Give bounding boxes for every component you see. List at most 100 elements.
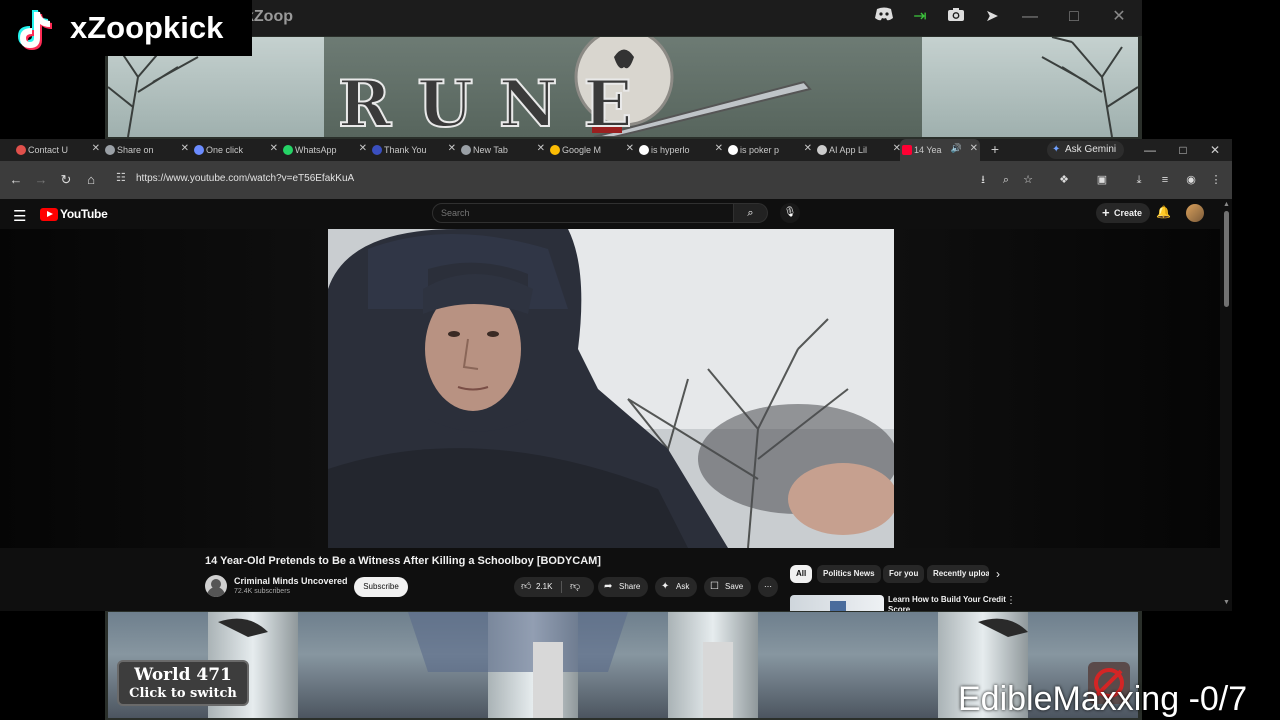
ask-button[interactable]: ✦ Ask <box>655 577 697 597</box>
video-player[interactable] <box>0 229 1220 548</box>
tab-close-icon[interactable]: ✕ <box>804 143 812 154</box>
share-icon: ➦ <box>604 581 613 592</box>
tab-close-icon[interactable]: ✕ <box>92 143 100 154</box>
tab-close-icon[interactable]: ✕ <box>715 143 723 154</box>
tab-label: Share on <box>117 145 154 155</box>
ask-gemini-button[interactable]: ✦ Ask Gemini <box>1047 141 1125 159</box>
scroll-thumb[interactable] <box>1224 211 1229 307</box>
browser-maximize-icon[interactable]: □ <box>1171 141 1195 159</box>
profile-icon[interactable]: ◉ <box>1183 172 1199 188</box>
camera-icon[interactable] <box>944 6 968 28</box>
home-icon[interactable]: ⌂ <box>83 172 99 188</box>
tab-close-icon[interactable]: ✕ <box>270 143 278 154</box>
tab-new-tab[interactable]: New Tab ✕ <box>459 139 547 161</box>
create-button[interactable]: + Create <box>1096 203 1151 223</box>
tab-close-icon[interactable]: ✕ <box>359 143 367 154</box>
tab-share[interactable]: Share on ✕ <box>103 139 191 161</box>
recommended-title[interactable]: Learn How to Build Your Credit Score <box>888 595 1006 611</box>
tab-label: One click <box>206 145 244 155</box>
search-input[interactable] <box>441 208 721 218</box>
notifications-bell-icon[interactable]: 🔔 <box>1156 205 1171 219</box>
install-app-icon[interactable]: ⭳ <box>975 172 991 188</box>
minimize-icon[interactable]: — <box>1018 6 1042 28</box>
login-icon[interactable]: ⇥ <box>908 6 932 28</box>
bookmark-icon: ☐ <box>710 581 719 592</box>
discord-icon[interactable] <box>872 6 896 28</box>
chip-recently-uploaded[interactable]: Recently uploaded <box>927 565 989 583</box>
scroll-up-icon[interactable]: ▲ <box>1223 201 1230 208</box>
bookmark-star-icon[interactable]: ☆ <box>1020 172 1036 188</box>
tab-label: WhatsApp <box>295 145 337 155</box>
tab-hyperloop[interactable]: is hyperlo ✕ <box>637 139 725 161</box>
tab-poker[interactable]: is poker p ✕ <box>726 139 814 161</box>
thumbs-down-icon[interactable]: 👎︎ <box>570 577 580 597</box>
youtube-icon <box>902 145 912 155</box>
channel-avatar[interactable] <box>205 575 227 597</box>
tab-label: 14 Yea <box>914 145 942 155</box>
new-tab-button[interactable]: + <box>988 141 1002 157</box>
download-icon[interactable]: ⤓ <box>1131 172 1147 188</box>
arrow-right-icon[interactable]: ➤ <box>980 6 1004 28</box>
tab-close-icon[interactable]: ✕ <box>970 143 978 154</box>
tab-close-icon[interactable]: ✕ <box>626 143 634 154</box>
hamburger-menu-icon[interactable]: ☰ <box>13 207 26 225</box>
recommended-thumbnail[interactable] <box>790 595 884 611</box>
browser-close-icon[interactable]: ✕ <box>1203 141 1227 159</box>
browser-toolbar: ← → ↻ ⌂ ☷ https://www.youtube.com/watch?… <box>0 161 1232 199</box>
chip-politics-news[interactable]: Politics News <box>817 565 881 583</box>
like-dislike-group: 👍︎ 2.1K 👎︎ <box>514 577 594 597</box>
site-info-icon[interactable]: ☷ <box>116 171 126 184</box>
tab-ai-app[interactable]: AI App Lil ✕ <box>815 139 903 161</box>
tiktok-handle: xZoopkick <box>70 10 224 45</box>
world-switch-button[interactable]: World 471 Click to switch <box>117 660 249 706</box>
forward-icon[interactable]: → <box>33 172 49 188</box>
extensions-icon[interactable]: ❖ <box>1056 172 1072 188</box>
video-frame[interactable] <box>328 229 894 548</box>
tab-favicon <box>16 145 26 155</box>
user-avatar[interactable] <box>1186 204 1204 222</box>
zoom-icon[interactable]: ⌕ <box>998 172 1014 188</box>
tab-close-icon[interactable]: ✕ <box>181 143 189 154</box>
search-button[interactable]: ⌕ <box>734 203 768 223</box>
search-box[interactable] <box>432 203 734 223</box>
maximize-icon[interactable]: □ <box>1062 6 1086 28</box>
tab-contact[interactable]: Contact U ✕ <box>14 139 102 161</box>
tab-thank-you[interactable]: Thank You ✕ <box>370 139 458 161</box>
url-text: https://www.youtube.com/watch?v=eT56Efak… <box>136 173 355 184</box>
tab-label: Contact U <box>28 145 69 155</box>
chrome-menu-icon[interactable]: ⋮ <box>1208 172 1224 188</box>
channel-name[interactable]: Criminal Minds Uncovered <box>234 576 348 586</box>
tab-whatsapp[interactable]: WhatsApp ✕ <box>281 139 369 161</box>
recommended-menu-icon[interactable]: ⋮ <box>1006 595 1016 606</box>
share-button[interactable]: ➦ Share <box>598 577 648 597</box>
thumbs-up-icon[interactable]: 👍︎ <box>521 577 531 597</box>
tab-favicon <box>817 145 827 155</box>
tab-youtube-active[interactable]: 14 Yea 🔊 ✕ <box>900 139 980 161</box>
screen: kZoop ⇥ ➤ — □ ✕ RUNE World 471 Click to … <box>0 0 1280 720</box>
chevron-right-icon[interactable]: › <box>996 565 1000 583</box>
tab-label: Google M <box>562 145 602 155</box>
close-icon[interactable]: ✕ <box>1107 6 1131 28</box>
tab-google-maps[interactable]: Google M ✕ <box>548 139 636 161</box>
side-panel-icon[interactable]: ▣ <box>1094 172 1110 188</box>
tab-one-click[interactable]: One click ✕ <box>192 139 280 161</box>
tab-close-icon[interactable]: ✕ <box>448 143 456 154</box>
save-button[interactable]: ☐ Save <box>704 577 751 597</box>
reload-icon[interactable]: ↻ <box>58 172 74 188</box>
tab-close-icon[interactable]: ✕ <box>537 143 545 154</box>
microphone-icon[interactable]: 🎙 <box>780 203 800 223</box>
scroll-down-icon[interactable]: ▼ <box>1223 599 1230 606</box>
speaker-icon[interactable]: 🔊 <box>951 143 962 154</box>
chip-for-you[interactable]: For you <box>883 565 925 583</box>
media-control-icon[interactable]: ≡ <box>1157 172 1173 188</box>
page-scrollbar[interactable]: ▲ ▼ <box>1221 199 1232 611</box>
google-icon <box>728 145 738 155</box>
more-actions-button[interactable]: ⋯ <box>758 577 778 597</box>
like-count[interactable]: 2.1K <box>536 577 552 597</box>
subscribe-button[interactable]: Subscribe <box>354 577 408 597</box>
back-icon[interactable]: ← <box>8 172 24 188</box>
youtube-logo[interactable]: YouTube <box>40 207 108 221</box>
browser-minimize-icon[interactable]: — <box>1138 141 1162 159</box>
chip-all[interactable]: All <box>790 565 813 583</box>
address-bar[interactable]: ☷ https://www.youtube.com/watch?v=eT56Ef… <box>108 170 970 190</box>
